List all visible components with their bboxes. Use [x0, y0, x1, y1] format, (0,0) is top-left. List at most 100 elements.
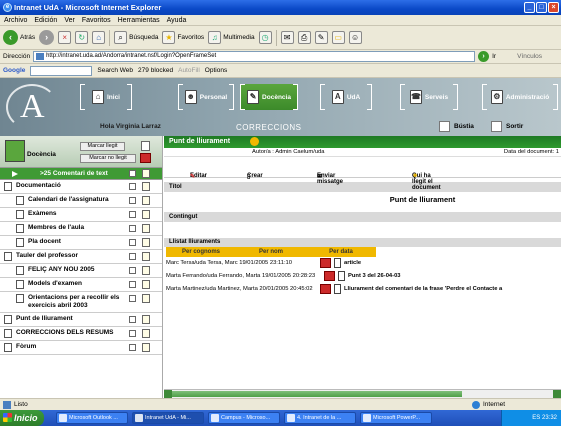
- sidebar-item[interactable]: Calendari de l'assignatura: [0, 194, 162, 208]
- checkbox[interactable]: [129, 197, 136, 204]
- go-arrow-icon[interactable]: ›: [478, 51, 490, 62]
- list-item-title[interactable]: Lliurament del comentari de la frase 'Pe…: [344, 286, 502, 292]
- checkbox[interactable]: [129, 281, 136, 288]
- popup-blocked-counter[interactable]: 279 blocked: [138, 67, 173, 74]
- mail-icon[interactable]: ✉: [280, 31, 294, 44]
- attachment-icon[interactable]: [338, 271, 345, 281]
- multimedia-button[interactable]: ♫ Multimedia: [208, 31, 255, 44]
- stop-icon[interactable]: ×: [58, 31, 72, 44]
- sidebar-item[interactable]: Orientacions per a recollir els exercici…: [0, 292, 162, 313]
- minimize-button[interactable]: _: [524, 2, 535, 13]
- sidebar-item[interactable]: Pla docent: [0, 236, 162, 250]
- list-item[interactable]: Marc Tersa/uda Tersa, Marc 19/01/2005 23…: [164, 257, 561, 270]
- scroll-left-icon[interactable]: [164, 390, 172, 398]
- list-item[interactable]: Marta Ferrando/uda Ferrando, Marta 19/01…: [164, 270, 561, 283]
- sidebar-item[interactable]: Membres de l'aula: [0, 222, 162, 236]
- edit-icon[interactable]: [142, 266, 150, 275]
- scroll-thumb[interactable]: [172, 391, 462, 397]
- sidebar-item[interactable]: CORRECCIONS DELS RESUMS: [0, 327, 162, 341]
- checkbox[interactable]: [129, 344, 136, 351]
- menu-ayuda[interactable]: Ayuda: [167, 15, 187, 25]
- sort-per-cognoms[interactable]: Per cognoms: [166, 247, 236, 257]
- checkbox[interactable]: [129, 316, 136, 323]
- marcar-llegit-button[interactable]: Marcar llegit: [80, 142, 125, 151]
- refresh-icon[interactable]: ↻: [75, 31, 89, 44]
- checkbox[interactable]: [129, 239, 136, 246]
- pdf-icon[interactable]: [320, 284, 331, 294]
- sidebar-item[interactable]: Documentació: [0, 180, 162, 194]
- print-icon[interactable]: ⎙: [297, 31, 311, 44]
- address-input[interactable]: http://intranet.uda.ad/Andorra/intranet.…: [33, 51, 476, 62]
- checkbox[interactable]: [129, 225, 136, 232]
- nav-inici[interactable]: ⌂ Inici: [80, 84, 132, 110]
- pdf-icon[interactable]: [324, 271, 335, 281]
- unread-icon[interactable]: [140, 153, 151, 163]
- checkbox[interactable]: [129, 295, 136, 302]
- list-item[interactable]: Marta Martinez/uda Martinez, Marta 20/01…: [164, 283, 561, 296]
- edit-icon[interactable]: [142, 252, 150, 261]
- marcar-no-llegit-button[interactable]: Marcar no llegit: [80, 154, 136, 163]
- pdf-icon[interactable]: [320, 258, 331, 268]
- task-powerpoint[interactable]: Microsoft PowerP...: [360, 412, 432, 424]
- attachment-icon[interactable]: [334, 284, 341, 294]
- menu-ver[interactable]: Ver: [64, 15, 75, 25]
- google-search-input[interactable]: [30, 65, 93, 76]
- sidebar-item[interactable]: Punt de lliurament: [0, 313, 162, 327]
- edit-icon[interactable]: [142, 238, 150, 247]
- menu-favoritos[interactable]: Favoritos: [82, 15, 111, 25]
- edit-icon[interactable]: [142, 280, 150, 289]
- task-intranet[interactable]: Intranet UdA - Mi...: [132, 412, 204, 424]
- edit-icon[interactable]: [142, 169, 150, 178]
- edit-icon[interactable]: [142, 343, 150, 352]
- sidebar-item[interactable]: FELIÇ ANY NOU 2005: [0, 264, 162, 278]
- back-button[interactable]: ‹ Atrás: [3, 30, 35, 45]
- edit-icon[interactable]: [142, 210, 150, 219]
- edit-icon[interactable]: [142, 182, 150, 191]
- forward-button[interactable]: ›: [39, 30, 55, 45]
- checkbox[interactable]: [129, 170, 136, 177]
- maximize-button[interactable]: □: [536, 2, 547, 13]
- edit-icon[interactable]: [142, 329, 150, 338]
- sidebar-item[interactable]: Exàmens: [0, 208, 162, 222]
- menu-herramientas[interactable]: Herramientas: [118, 15, 160, 25]
- checkbox[interactable]: [129, 330, 136, 337]
- attachment-icon[interactable]: [334, 258, 341, 268]
- links-label[interactable]: Vínculos: [517, 53, 542, 60]
- autofill-button[interactable]: AutoFill: [178, 67, 200, 74]
- doc-icon[interactable]: [141, 141, 150, 151]
- task-outlook[interactable]: Microsoft Outlook ...: [56, 412, 128, 424]
- language-indicator[interactable]: ES: [532, 415, 540, 421]
- list-item-title[interactable]: Punt 3 del 26-04-03: [348, 273, 401, 279]
- sortir-button[interactable]: Sortir: [491, 121, 523, 132]
- sort-per-nom[interactable]: Per nom: [236, 247, 306, 257]
- nav-administracio[interactable]: ⚙ Administració: [482, 84, 558, 110]
- start-button[interactable]: Inicio: [0, 410, 44, 426]
- checkbox[interactable]: [129, 183, 136, 190]
- nav-serveis[interactable]: ☎ Serveis: [400, 84, 458, 110]
- bustia-button[interactable]: Bústia: [439, 121, 474, 132]
- edit-icon[interactable]: [142, 294, 150, 303]
- nav-docencia[interactable]: ✎ Docència: [240, 84, 298, 110]
- nav-personal[interactable]: ☻ Personal: [178, 84, 234, 110]
- checkbox[interactable]: [129, 211, 136, 218]
- horizontal-scrollbar[interactable]: [164, 389, 561, 398]
- nav-uda[interactable]: A UdA: [320, 84, 372, 110]
- history-icon[interactable]: ◷: [258, 31, 272, 44]
- checkbox[interactable]: [129, 267, 136, 274]
- sidebar-item[interactable]: Tauler del professor: [0, 250, 162, 264]
- list-item-title[interactable]: article: [344, 260, 361, 266]
- edit-icon[interactable]: [142, 196, 150, 205]
- sidebar-item[interactable]: Fòrum: [0, 341, 162, 355]
- edit-icon[interactable]: [142, 224, 150, 233]
- sidebar-item-comentari[interactable]: >25 Comentari de text: [0, 168, 162, 180]
- sidebar-item[interactable]: Models d'examen: [0, 278, 162, 292]
- task-word[interactable]: 4. Intranet de la ...: [284, 412, 356, 424]
- scroll-right-icon[interactable]: [553, 390, 561, 398]
- search-web-button[interactable]: Search Web: [97, 67, 133, 74]
- messenger-icon[interactable]: ☺: [348, 31, 362, 44]
- favorites-button[interactable]: ★ Favoritos: [162, 31, 204, 44]
- checkbox[interactable]: [129, 253, 136, 260]
- menu-edicion[interactable]: Edición: [34, 15, 57, 25]
- close-button[interactable]: ×: [548, 2, 559, 13]
- task-campus[interactable]: Campus - Microso...: [208, 412, 280, 424]
